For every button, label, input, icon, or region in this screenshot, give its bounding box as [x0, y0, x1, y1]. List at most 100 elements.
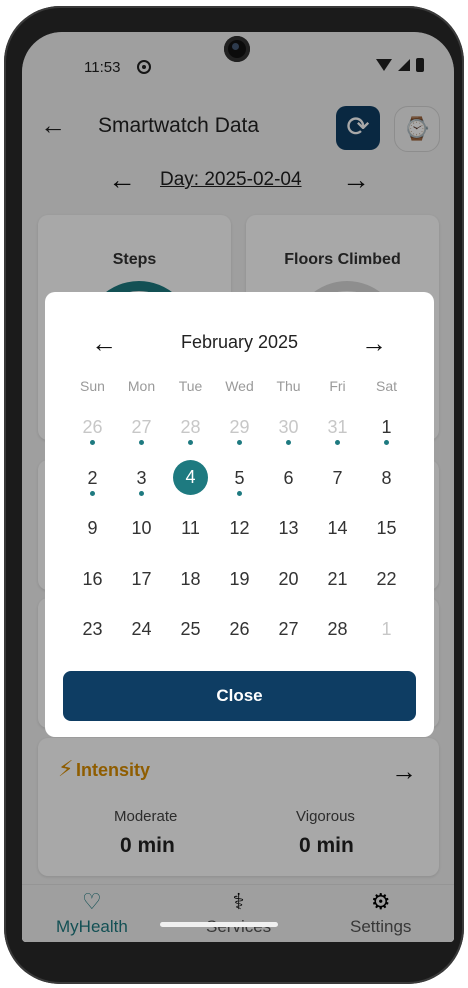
calendar-day[interactable]: 24 [117, 604, 166, 655]
data-available-dot [384, 440, 389, 445]
calendar-day[interactable]: 21 [313, 554, 362, 605]
calendar-day-selected[interactable]: 4 [166, 453, 215, 504]
calendar-day-number: 28 [327, 619, 348, 639]
weekday-label: Sat [375, 378, 397, 394]
weekday-header: Sun Mon Tue Wed Thu Fri Sat [68, 378, 412, 394]
calendar-day-number: 16 [82, 568, 103, 589]
data-available-dot [335, 440, 340, 445]
calendar-day-number: 8 [381, 467, 392, 488]
calendar-week-row: 2 3 4 5 6 7 8 [68, 453, 412, 504]
calendar-day-number: 11 [181, 518, 200, 538]
front-camera [224, 36, 250, 62]
calendar-day[interactable]: 5 [215, 453, 264, 504]
calendar-day[interactable]: 1 [362, 604, 411, 655]
calendar-day-number: 18 [180, 568, 201, 589]
calendar-week-row: 23 24 25 26 27 28 1 [68, 604, 412, 655]
phone-frame: 11:53 ← Smartwatch Data ⟳ ⌚ ← Day: 2025-… [4, 6, 464, 984]
calendar-day-number: 3 [136, 467, 147, 488]
calendar-day[interactable]: 23 [68, 604, 117, 655]
calendar-day[interactable]: 26 [215, 604, 264, 655]
data-available-dot [237, 440, 242, 445]
calendar-day[interactable]: 27 [264, 604, 313, 655]
calendar-day-number: 22 [376, 568, 397, 589]
calendar-day-number: 1 [381, 417, 392, 437]
calendar-day-number: 29 [229, 417, 250, 437]
calendar-day[interactable]: 17 [117, 554, 166, 605]
calendar-day[interactable]: 25 [166, 604, 215, 655]
calendar-day-number: 21 [327, 568, 348, 589]
data-available-dot [139, 490, 144, 496]
calendar-grid: 26 27 28 29 30 31 1 2 3 4 5 6 7 8 9 10 11 12 13 14 15 16 17 18 1… [68, 402, 412, 655]
calendar-day[interactable]: 18 [166, 554, 215, 605]
calendar-dialog: ← February 2025 → Sun Mon Tue Wed Thu Fri Sat … [45, 292, 434, 737]
home-indicator[interactable] [160, 922, 278, 927]
calendar-day[interactable]: 3 [117, 453, 166, 504]
calendar-day-number: 17 [131, 568, 152, 589]
calendar-day[interactable]: 10 [117, 503, 166, 554]
calendar-day-number: 23 [82, 619, 103, 639]
calendar-day[interactable]: 15 [362, 503, 411, 554]
calendar-day[interactable]: 31 [313, 402, 362, 453]
calendar-day-number: 20 [278, 568, 299, 589]
calendar-day-number: 6 [283, 467, 294, 488]
data-available-dot [90, 490, 95, 496]
calendar-day[interactable]: 6 [264, 453, 313, 504]
calendar-day[interactable]: 26 [68, 402, 117, 453]
weekday-label: Fri [329, 378, 346, 394]
calendar-day[interactable]: 2 [68, 453, 117, 504]
calendar-day-number: 7 [332, 467, 343, 488]
calendar-day-number: 27 [131, 417, 152, 437]
calendar-day-number: 24 [131, 619, 152, 639]
calendar-day-number: 12 [229, 518, 250, 538]
calendar-day[interactable]: 9 [68, 503, 117, 554]
calendar-day[interactable]: 29 [215, 402, 264, 453]
calendar-day[interactable]: 28 [166, 402, 215, 453]
calendar-day[interactable]: 22 [362, 554, 411, 605]
weekday-label: Sun [80, 378, 105, 394]
calendar-day-number: 31 [327, 417, 348, 437]
calendar-day-number: 26 [229, 619, 250, 639]
calendar-day[interactable]: 7 [313, 453, 362, 504]
calendar-day-number: 13 [278, 518, 299, 538]
calendar-week-row: 9 10 11 12 13 14 15 [68, 503, 412, 554]
calendar-day[interactable]: 14 [313, 503, 362, 554]
weekday-label: Mon [127, 378, 156, 394]
calendar-day[interactable]: 30 [264, 402, 313, 453]
calendar-day[interactable]: 28 [313, 604, 362, 655]
calendar-day-number: 10 [131, 518, 152, 538]
calendar-day[interactable]: 27 [117, 402, 166, 453]
close-button[interactable]: Close [63, 671, 416, 721]
data-available-dot [286, 440, 291, 445]
data-available-dot [90, 440, 95, 445]
weekday-label: Tue [178, 378, 203, 394]
calendar-day[interactable]: 12 [215, 503, 264, 554]
calendar-day-number: 27 [278, 619, 299, 639]
calendar-day[interactable]: 20 [264, 554, 313, 605]
next-month-arrow-icon[interactable]: → [361, 328, 387, 359]
calendar-week-row: 26 27 28 29 30 31 1 [68, 402, 412, 453]
calendar-day[interactable]: 13 [264, 503, 313, 554]
weekday-label: Thu [276, 378, 301, 394]
calendar-day-number: 26 [82, 417, 103, 437]
calendar-day[interactable]: 1 [362, 402, 411, 453]
weekday-label: Wed [225, 378, 254, 394]
calendar-day-number: 30 [278, 417, 299, 437]
calendar-day-number: 5 [234, 467, 245, 488]
calendar-day-number: 15 [376, 518, 397, 538]
calendar-day-number: 2 [87, 467, 98, 488]
data-available-dot [237, 490, 242, 496]
calendar-day[interactable]: 8 [362, 453, 411, 504]
calendar-day-number: 1 [381, 619, 392, 639]
data-available-dot [188, 440, 193, 445]
calendar-day-number: 25 [180, 619, 201, 639]
calendar-day-number: 19 [229, 568, 250, 589]
data-available-dot [139, 440, 144, 445]
calendar-day[interactable]: 11 [166, 503, 215, 554]
calendar-day-number: 9 [87, 518, 98, 538]
calendar-day-number: 4 [173, 459, 208, 495]
calendar-day-number: 28 [180, 417, 201, 437]
app-screen: 11:53 ← Smartwatch Data ⟳ ⌚ ← Day: 2025-… [22, 32, 454, 942]
calendar-day[interactable]: 19 [215, 554, 264, 605]
calendar-day-number: 14 [327, 518, 348, 538]
calendar-day[interactable]: 16 [68, 554, 117, 605]
